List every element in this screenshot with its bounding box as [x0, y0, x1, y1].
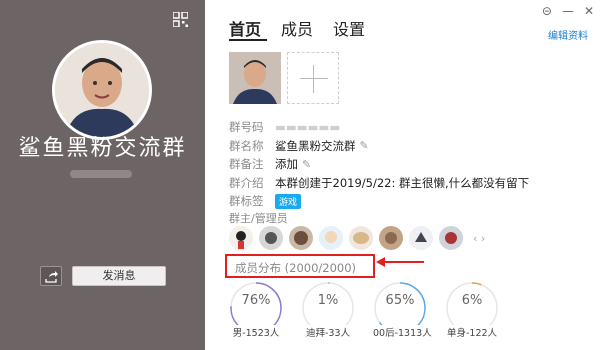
- admin-avatar[interactable]: [229, 226, 253, 250]
- stat-single[interactable]: 6% 单身-122人: [445, 281, 499, 339]
- group-name: 鲨鱼黑粉交流群: [18, 136, 187, 161]
- group-id-blurred: ▬▬▬▬▬▬: [275, 120, 341, 135]
- stat-dubai[interactable]: 1% 迪拜-33人: [301, 281, 355, 339]
- admin-avatar[interactable]: [259, 226, 283, 250]
- group-profile-panel: 鲨鱼黑粉交流群 发消息: [0, 0, 205, 350]
- tab-home[interactable]: 首页: [229, 16, 261, 40]
- admin-list-arrows[interactable]: ‹ ›: [473, 232, 485, 245]
- stat-post00[interactable]: 65% 00后-1313人: [373, 281, 432, 339]
- group-remark-add[interactable]: 添加: [275, 156, 298, 172]
- group-detail-panel: 首页 成员 设置 ⊝ — ✕ 编辑资料 群号码 ▬▬▬▬▬▬ 群名称 鲨鱼黑粉交流群…: [205, 0, 600, 350]
- tab-members[interactable]: 成员: [281, 16, 313, 40]
- group-tag-label: 群标签: [229, 194, 264, 209]
- admin-avatar[interactable]: [409, 226, 433, 250]
- member-distribution-label[interactable]: 成员分布 (2000/2000): [225, 254, 375, 278]
- stat-percent: 65%: [385, 293, 415, 308]
- skin-icon[interactable]: ⊝: [542, 4, 552, 18]
- stat-male[interactable]: 76% 男-1523人: [229, 281, 283, 339]
- edit-pen-icon[interactable]: ✎: [360, 139, 369, 152]
- minimize-icon[interactable]: —: [562, 4, 574, 18]
- red-arrow-annotation: [376, 257, 424, 267]
- edit-profile-link[interactable]: 编辑资料: [548, 27, 588, 42]
- stat-percent: 76%: [241, 293, 271, 308]
- tab-settings[interactable]: 设置: [333, 16, 365, 40]
- blurred-group-number: [70, 170, 132, 178]
- group-id-label: 群号码: [229, 120, 264, 135]
- edit-pen-icon[interactable]: ✎: [302, 158, 311, 171]
- group-avatar[interactable]: [52, 40, 152, 140]
- admin-avatar-list: ‹ ›: [229, 226, 485, 250]
- share-icon: [45, 271, 58, 283]
- group-name-label: 群名称: [229, 138, 264, 153]
- group-photo[interactable]: [229, 52, 281, 104]
- stat-label: 迪拜-33人: [305, 328, 351, 339]
- add-photo-button[interactable]: [287, 52, 339, 104]
- window-controls: ⊝ — ✕: [542, 4, 594, 18]
- stat-percent: 1%: [317, 293, 339, 308]
- distribution-stats: 76% 男-1523人 1% 迪拜-33人 65% 00后-1313人 6% 单…: [229, 281, 499, 339]
- tab-bar: 首页 成员 设置: [229, 16, 365, 40]
- share-button[interactable]: [40, 266, 62, 286]
- qr-code-icon[interactable]: [173, 12, 188, 27]
- group-intro-value: 本群创建于2019/5/22: 群主很懒,什么都没有留下: [275, 175, 530, 190]
- admin-avatar[interactable]: [319, 226, 343, 250]
- stat-label: 男-1523人: [232, 328, 280, 339]
- admin-avatar[interactable]: [439, 226, 463, 250]
- close-icon[interactable]: ✕: [584, 4, 594, 18]
- stat-label: 单身-122人: [446, 328, 498, 339]
- group-name-value: 鲨鱼黑粉交流群: [275, 138, 356, 153]
- stat-percent: 6%: [461, 293, 483, 308]
- send-message-button[interactable]: 发消息: [72, 266, 166, 286]
- group-remark-label: 群备注: [229, 157, 264, 172]
- group-info: 群号码 ▬▬▬▬▬▬ 群名称 鲨鱼黑粉交流群 ✎ 群备注 添加 ✎ 群介绍 本群创建于201…: [229, 118, 529, 211]
- group-intro-label: 群介绍: [229, 175, 264, 190]
- active-tab-indicator: [229, 39, 267, 41]
- admins-label: 群主/管理员: [229, 212, 288, 225]
- group-tag[interactable]: 游戏: [275, 193, 302, 209]
- admin-avatar[interactable]: [289, 226, 313, 250]
- admin-avatar[interactable]: [349, 226, 373, 250]
- admin-avatar[interactable]: [379, 226, 403, 250]
- stat-label: 00后-1313人: [373, 328, 432, 339]
